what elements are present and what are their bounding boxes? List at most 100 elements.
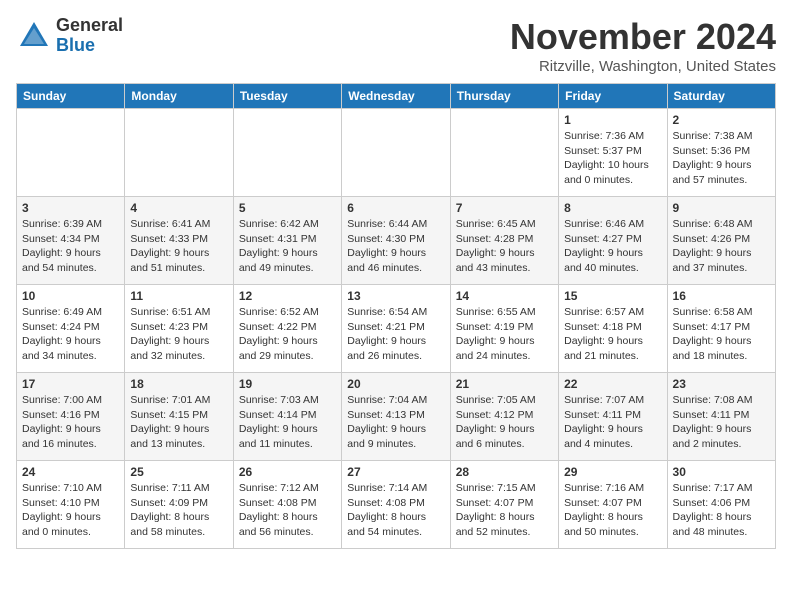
calendar-cell: 11 Sunrise: 6:51 AMSunset: 4:23 PMDayligh… xyxy=(125,285,233,373)
day-info: Sunrise: 6:39 AMSunset: 4:34 PMDaylight:… xyxy=(22,217,119,276)
calendar-cell: 16 Sunrise: 6:58 AMSunset: 4:17 PMDayligh… xyxy=(667,285,775,373)
calendar-cell: 24 Sunrise: 7:10 AMSunset: 4:10 PMDayligh… xyxy=(17,461,125,549)
day-number: 15 xyxy=(564,289,661,303)
weekday-header-tuesday: Tuesday xyxy=(233,84,341,109)
day-number: 19 xyxy=(239,377,336,391)
day-info: Sunrise: 7:01 AMSunset: 4:15 PMDaylight:… xyxy=(130,393,227,452)
title-area: November 2024 Ritzville, Washington, Uni… xyxy=(510,16,776,75)
day-number: 8 xyxy=(564,201,661,215)
day-info: Sunrise: 7:15 AMSunset: 4:07 PMDaylight:… xyxy=(456,481,553,540)
day-number: 18 xyxy=(130,377,227,391)
day-info: Sunrise: 6:45 AMSunset: 4:28 PMDaylight:… xyxy=(456,217,553,276)
day-number: 29 xyxy=(564,465,661,479)
calendar-cell: 17 Sunrise: 7:00 AMSunset: 4:16 PMDayligh… xyxy=(17,373,125,461)
calendar-cell: 20 Sunrise: 7:04 AMSunset: 4:13 PMDayligh… xyxy=(342,373,450,461)
day-info: Sunrise: 6:41 AMSunset: 4:33 PMDaylight:… xyxy=(130,217,227,276)
calendar-cell: 29 Sunrise: 7:16 AMSunset: 4:07 PMDayligh… xyxy=(559,461,667,549)
day-info: Sunrise: 7:36 AMSunset: 5:37 PMDaylight:… xyxy=(564,129,661,188)
day-number: 4 xyxy=(130,201,227,215)
day-number: 5 xyxy=(239,201,336,215)
day-info: Sunrise: 6:46 AMSunset: 4:27 PMDaylight:… xyxy=(564,217,661,276)
logo-text: General Blue xyxy=(56,16,123,56)
day-number: 22 xyxy=(564,377,661,391)
weekday-header-sunday: Sunday xyxy=(17,84,125,109)
calendar-cell: 4 Sunrise: 6:41 AMSunset: 4:33 PMDaylight… xyxy=(125,197,233,285)
day-number: 30 xyxy=(673,465,770,479)
day-number: 9 xyxy=(673,201,770,215)
day-info: Sunrise: 6:44 AMSunset: 4:30 PMDaylight:… xyxy=(347,217,444,276)
day-info: Sunrise: 6:42 AMSunset: 4:31 PMDaylight:… xyxy=(239,217,336,276)
day-info: Sunrise: 7:04 AMSunset: 4:13 PMDaylight:… xyxy=(347,393,444,452)
calendar-cell: 19Sunrise: 7:03 AMSunset: 4:14 PMDayligh… xyxy=(233,373,341,461)
weekday-header-thursday: Thursday xyxy=(450,84,558,109)
calendar-cell xyxy=(125,109,233,197)
day-info: Sunrise: 7:11 AMSunset: 4:09 PMDaylight:… xyxy=(130,481,227,540)
calendar-cell: 15 Sunrise: 6:57 AMSunset: 4:18 PMDayligh… xyxy=(559,285,667,373)
day-info: Sunrise: 6:52 AMSunset: 4:22 PMDaylight:… xyxy=(239,305,336,364)
day-info: Sunrise: 6:58 AMSunset: 4:17 PMDaylight:… xyxy=(673,305,770,364)
calendar-cell: 28Sunrise: 7:15 AMSunset: 4:07 PMDayligh… xyxy=(450,461,558,549)
weekday-header-wednesday: Wednesday xyxy=(342,84,450,109)
calendar-cell: 23Sunrise: 7:08 AMSunset: 4:11 PMDayligh… xyxy=(667,373,775,461)
day-number: 14 xyxy=(456,289,553,303)
calendar-cell: 26 Sunrise: 7:12 AMSunset: 4:08 PMDayligh… xyxy=(233,461,341,549)
day-number: 25 xyxy=(130,465,227,479)
day-info: Sunrise: 6:51 AMSunset: 4:23 PMDaylight:… xyxy=(130,305,227,364)
calendar-cell: 30 Sunrise: 7:17 AMSunset: 4:06 PMDayligh… xyxy=(667,461,775,549)
day-info: Sunrise: 7:08 AMSunset: 4:11 PMDaylight:… xyxy=(673,393,770,452)
calendar-cell: 3 Sunrise: 6:39 AMSunset: 4:34 PMDaylight… xyxy=(17,197,125,285)
day-info: Sunrise: 7:16 AMSunset: 4:07 PMDaylight:… xyxy=(564,481,661,540)
day-number: 20 xyxy=(347,377,444,391)
calendar-cell: 22Sunrise: 7:07 AMSunset: 4:11 PMDayligh… xyxy=(559,373,667,461)
day-number: 10 xyxy=(22,289,119,303)
day-number: 13 xyxy=(347,289,444,303)
day-number: 11 xyxy=(130,289,227,303)
calendar-title: November 2024 xyxy=(510,16,776,58)
day-info: Sunrise: 7:05 AMSunset: 4:12 PMDaylight:… xyxy=(456,393,553,452)
weekday-header-friday: Friday xyxy=(559,84,667,109)
calendar-week-row: 3 Sunrise: 6:39 AMSunset: 4:34 PMDaylight… xyxy=(17,197,776,285)
calendar-cell: 1 Sunrise: 7:36 AMSunset: 5:37 PMDaylight… xyxy=(559,109,667,197)
calendar-cell: 13 Sunrise: 6:54 AMSunset: 4:21 PMDayligh… xyxy=(342,285,450,373)
calendar-cell: 7 Sunrise: 6:45 AMSunset: 4:28 PMDaylight… xyxy=(450,197,558,285)
calendar-cell: 25 Sunrise: 7:11 AMSunset: 4:09 PMDayligh… xyxy=(125,461,233,549)
calendar-cell xyxy=(342,109,450,197)
calendar-subtitle: Ritzville, Washington, United States xyxy=(510,58,776,75)
day-number: 17 xyxy=(22,377,119,391)
logo: General Blue xyxy=(16,16,123,56)
day-info: Sunrise: 7:00 AMSunset: 4:16 PMDaylight:… xyxy=(22,393,119,452)
calendar-week-row: 17 Sunrise: 7:00 AMSunset: 4:16 PMDayligh… xyxy=(17,373,776,461)
calendar-header: SundayMondayTuesdayWednesdayThursdayFrid… xyxy=(17,84,776,109)
day-info: Sunrise: 7:12 AMSunset: 4:08 PMDaylight:… xyxy=(239,481,336,540)
day-number: 21 xyxy=(456,377,553,391)
day-info: Sunrise: 7:17 AMSunset: 4:06 PMDaylight:… xyxy=(673,481,770,540)
day-info: Sunrise: 6:54 AMSunset: 4:21 PMDaylight:… xyxy=(347,305,444,364)
weekday-header-monday: Monday xyxy=(125,84,233,109)
day-number: 16 xyxy=(673,289,770,303)
day-info: Sunrise: 7:10 AMSunset: 4:10 PMDaylight:… xyxy=(22,481,119,540)
calendar-cell: 27Sunrise: 7:14 AMSunset: 4:08 PMDayligh… xyxy=(342,461,450,549)
calendar-table: SundayMondayTuesdayWednesdayThursdayFrid… xyxy=(16,83,776,549)
day-number: 27 xyxy=(347,465,444,479)
calendar-cell xyxy=(233,109,341,197)
weekday-header-row: SundayMondayTuesdayWednesdayThursdayFrid… xyxy=(17,84,776,109)
calendar-cell: 21 Sunrise: 7:05 AMSunset: 4:12 PMDayligh… xyxy=(450,373,558,461)
day-number: 12 xyxy=(239,289,336,303)
calendar-cell: 14Sunrise: 6:55 AMSunset: 4:19 PMDayligh… xyxy=(450,285,558,373)
day-number: 2 xyxy=(673,113,770,127)
calendar-cell: 6Sunrise: 6:44 AMSunset: 4:30 PMDaylight… xyxy=(342,197,450,285)
day-info: Sunrise: 6:48 AMSunset: 4:26 PMDaylight:… xyxy=(673,217,770,276)
calendar-week-row: 24 Sunrise: 7:10 AMSunset: 4:10 PMDayligh… xyxy=(17,461,776,549)
calendar-cell: 5 Sunrise: 6:42 AMSunset: 4:31 PMDaylight… xyxy=(233,197,341,285)
day-info: Sunrise: 6:57 AMSunset: 4:18 PMDaylight:… xyxy=(564,305,661,364)
day-number: 7 xyxy=(456,201,553,215)
day-number: 26 xyxy=(239,465,336,479)
calendar-cell: 12 Sunrise: 6:52 AMSunset: 4:22 PMDayligh… xyxy=(233,285,341,373)
calendar-cell: 8 Sunrise: 6:46 AMSunset: 4:27 PMDaylight… xyxy=(559,197,667,285)
calendar-cell: 9 Sunrise: 6:48 AMSunset: 4:26 PMDaylight… xyxy=(667,197,775,285)
calendar-cell: 10Sunrise: 6:49 AMSunset: 4:24 PMDayligh… xyxy=(17,285,125,373)
day-number: 24 xyxy=(22,465,119,479)
day-number: 1 xyxy=(564,113,661,127)
weekday-header-saturday: Saturday xyxy=(667,84,775,109)
day-number: 3 xyxy=(22,201,119,215)
